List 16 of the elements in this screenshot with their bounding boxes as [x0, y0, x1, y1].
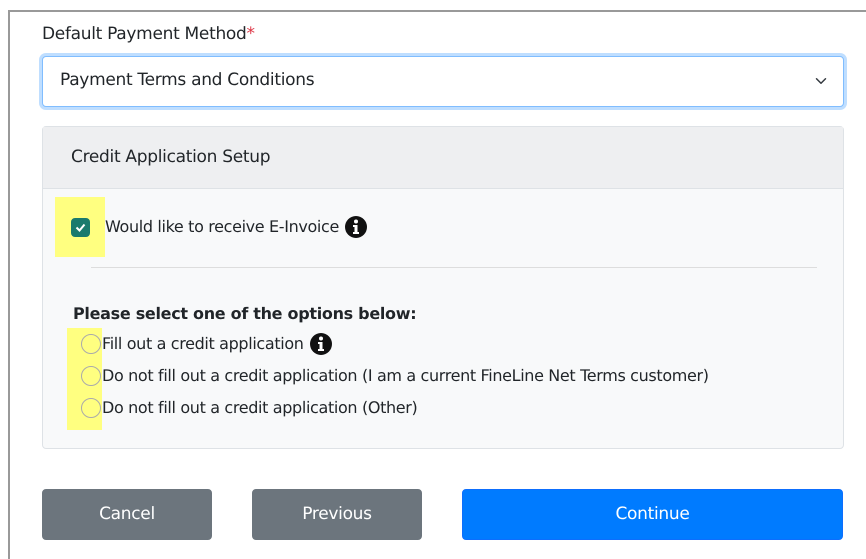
- radio-button[interactable]: [81, 366, 101, 386]
- radio-label[interactable]: Do not fill out a credit application (I am a current FineLine Net Terms customer): [102, 364, 709, 388]
- field-label: Default Payment Method*: [42, 23, 256, 46]
- button[interactable]: Previous: [252, 489, 422, 540]
- radio-button[interactable]: [81, 398, 101, 418]
- checkbox[interactable]: [70, 218, 90, 236]
- card-header: Credit Application Setup: [43, 126, 843, 189]
- radio-button[interactable]: [81, 334, 101, 354]
- payment-method-select[interactable]: Payment Terms and Conditions: [42, 56, 844, 106]
- check-icon: [74, 222, 86, 232]
- options-prompt: Please select one of the options below:: [73, 303, 418, 325]
- radio-label[interactable]: Fill out a credit application: [102, 332, 304, 356]
- radio-label[interactable]: Do not fill out a credit application (Other): [102, 396, 418, 420]
- button[interactable]: Cancel: [42, 489, 212, 540]
- button[interactable]: Continue: [462, 489, 843, 540]
- checkbox-label: Would like to receive E-Invoice: [105, 216, 339, 238]
